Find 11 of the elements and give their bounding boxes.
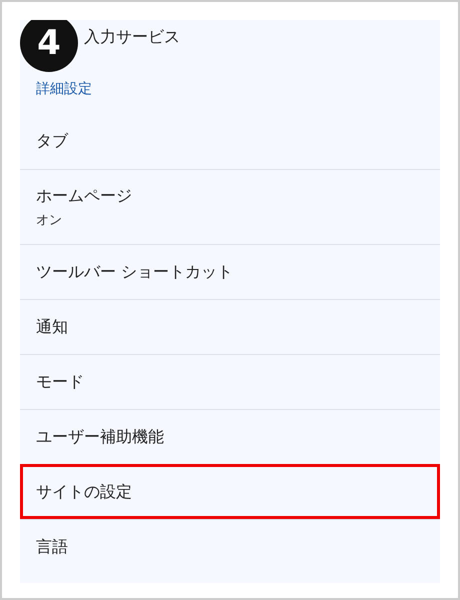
settings-item[interactable]: モード xyxy=(20,354,440,409)
step-badge: 4 xyxy=(20,20,78,72)
settings-item[interactable]: タブ xyxy=(20,114,440,169)
settings-item[interactable]: ホームページ オン xyxy=(20,169,440,244)
settings-item[interactable]: サイトの設定 xyxy=(20,464,440,519)
settings-item[interactable]: ユーザー補助機能 xyxy=(20,409,440,464)
settings-item[interactable]: 言語 xyxy=(20,519,440,574)
setting-label: 入力サービス xyxy=(84,26,181,48)
settings-item[interactable]: ツールバー ショートカット xyxy=(20,244,440,299)
section-header: 詳細設定 xyxy=(35,80,93,99)
settings-item[interactable]: 通知 xyxy=(20,299,440,354)
